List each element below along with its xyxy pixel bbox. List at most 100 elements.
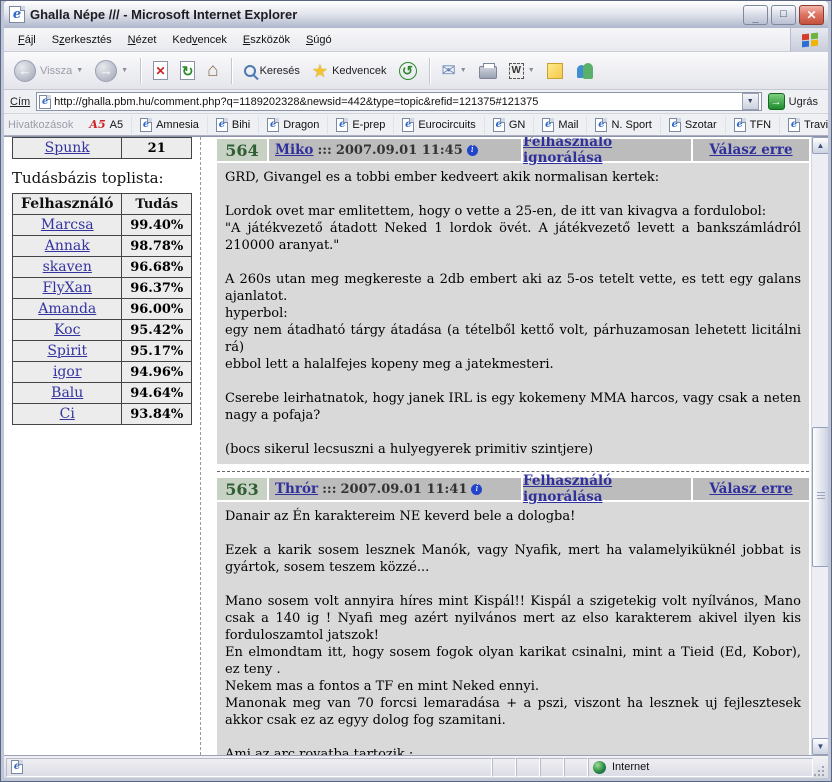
table-row: Ci 93.84% [13, 404, 192, 425]
stop-button[interactable]: ✕ [149, 59, 172, 82]
forward-dropdown-icon[interactable]: ▼ [121, 67, 128, 74]
user-link[interactable]: Koc [54, 322, 80, 338]
history-button[interactable]: ↺ [395, 60, 421, 82]
info-icon[interactable]: i [471, 484, 482, 495]
post-number: 563 [217, 478, 267, 500]
edit-word-icon: W [509, 63, 524, 79]
menu-view[interactable]: Nézet [120, 31, 165, 49]
info-icon[interactable]: i [467, 145, 478, 156]
table-row: skaven 96.68% [13, 257, 192, 278]
user-score: 96.00% [122, 299, 192, 320]
ignore-user-link[interactable]: Felhasználó ignorálása [523, 473, 691, 505]
table-row: Spunk 21 [13, 138, 192, 159]
address-field[interactable]: e ▼ [36, 92, 761, 111]
menu-help[interactable]: Súgó [298, 31, 340, 49]
page-content: Spunk 21 Tudásbázis toplista: Felhasznál… [4, 136, 828, 755]
security-zone-pane: Internet [588, 758, 813, 777]
link-bihi[interactable]: e Bihi [208, 116, 259, 134]
minimize-button[interactable]: _ [743, 5, 768, 25]
close-button[interactable]: ✕ [799, 5, 824, 25]
author-link[interactable]: Thrór [275, 481, 318, 497]
column-header-score: Tudás [122, 194, 192, 215]
sidebar-top-table: Spunk 21 [12, 137, 192, 159]
menu-tools[interactable]: Eszközök [235, 31, 298, 49]
link-a5[interactable]: A5 A5 [81, 116, 132, 134]
vertical-scrollbar[interactable]: ▲ ▼ [811, 137, 828, 755]
discuss-button[interactable] [543, 61, 567, 81]
user-link[interactable]: skaven [43, 259, 92, 275]
home-button[interactable]: ⌂ [203, 59, 222, 82]
status-pane [492, 758, 516, 777]
menu-edit[interactable]: Szerkesztés [44, 31, 120, 49]
zone-label: Internet [612, 761, 649, 773]
user-link[interactable]: Spirit [47, 343, 87, 359]
windows-flag-icon [802, 33, 818, 47]
url-input[interactable] [54, 96, 738, 108]
user-link[interactable]: FlyXan [43, 280, 92, 296]
user-link[interactable]: Marcsa [41, 217, 94, 233]
link-nsport[interactable]: e N. Sport [587, 116, 660, 134]
menu-favorites[interactable]: Kedvencek [164, 31, 234, 49]
back-button[interactable]: ← Vissza ▼ [10, 58, 87, 84]
ignore-user-link[interactable]: Felhasználó ignorálása [523, 137, 691, 166]
user-score: 95.42% [122, 320, 192, 341]
link-travian[interactable]: e Travian [780, 116, 828, 134]
print-button[interactable] [475, 60, 501, 81]
author-link[interactable]: Miko [275, 142, 313, 158]
scroll-down-icon[interactable]: ▼ [812, 738, 828, 755]
edit-button[interactable]: W ▼ [505, 61, 539, 81]
messenger-button[interactable] [571, 61, 599, 81]
link-eprep[interactable]: e E-prep [328, 116, 394, 134]
back-arrow-icon: ← [14, 60, 36, 82]
menu-file[interactable]: Fájl [10, 31, 44, 49]
edit-dropdown-icon[interactable]: ▼ [528, 67, 535, 74]
favorites-button[interactable]: ★ Kedvencek [308, 60, 391, 82]
ignore-user-cell: Felhasználó ignorálása [523, 478, 691, 500]
link-amnesia[interactable]: e Amnesia [132, 116, 208, 134]
ie-favicon-icon: e [542, 118, 554, 132]
go-arrow-icon: → [768, 93, 785, 110]
reply-link[interactable]: Válasz erre [709, 142, 792, 158]
scrollbar-thumb[interactable] [812, 427, 828, 567]
search-button[interactable]: Keresés [240, 63, 304, 79]
ie-favicon-icon: e [336, 118, 348, 132]
link-szotar[interactable]: e Szotar [661, 116, 726, 134]
ie-favicon-icon: e [595, 118, 607, 132]
user-link-spunk[interactable]: Spunk [45, 140, 90, 156]
user-link[interactable]: Amanda [38, 301, 96, 317]
status-page-icon: e [11, 760, 23, 774]
ie-favicon-icon: e [402, 118, 414, 132]
link-eurocircuits[interactable]: e Eurocircuits [394, 116, 484, 134]
post-number: 564 [217, 139, 267, 161]
table-header-row: Felhasználó Tudás [13, 194, 192, 215]
forward-arrow-icon: → [95, 60, 117, 82]
link-mail[interactable]: e Mail [534, 116, 587, 134]
back-dropdown-icon[interactable]: ▼ [76, 67, 83, 74]
address-dropdown-icon[interactable]: ▼ [742, 93, 759, 110]
user-link[interactable]: Balu [51, 385, 83, 401]
mail-button[interactable]: ✉ ▼ [438, 60, 471, 81]
user-link[interactable]: Ci [60, 406, 75, 422]
scroll-up-icon[interactable]: ▲ [812, 137, 828, 154]
ie-favicon-icon: e [493, 118, 505, 132]
links-bar: Hivatkozások A5 A5 e Amnesia e Bihi e Dr… [4, 114, 828, 136]
post-timestamp: 2007.09.01 11:41 [341, 482, 468, 497]
table-row: igor 94.96% [13, 362, 192, 383]
link-gn[interactable]: e GN [485, 116, 535, 134]
user-link[interactable]: Annak [45, 238, 90, 254]
user-link[interactable]: igor [53, 364, 82, 380]
resize-grip[interactable] [813, 765, 826, 778]
link-tfn[interactable]: e TFN [726, 116, 780, 134]
maximize-button[interactable]: □ [771, 5, 796, 25]
reply-link[interactable]: Válasz erre [709, 481, 792, 497]
mail-dropdown-icon[interactable]: ▼ [460, 67, 467, 74]
user-score: 94.96% [122, 362, 192, 383]
go-button[interactable]: → Ugrás [766, 92, 824, 111]
forward-button[interactable]: → ▼ [91, 58, 132, 84]
post-header: 563 Thrór ::: 2007.09.01 11:41 i Felhasz… [217, 478, 809, 500]
status-bar: e Internet [4, 755, 828, 778]
browser-window: e Ghalla Népe /// - Microsoft Internet E… [0, 0, 832, 782]
link-dragon[interactable]: e Dragon [259, 116, 328, 134]
title-bar: e Ghalla Népe /// - Microsoft Internet E… [4, 1, 828, 28]
refresh-button[interactable]: ↻ [176, 59, 199, 82]
